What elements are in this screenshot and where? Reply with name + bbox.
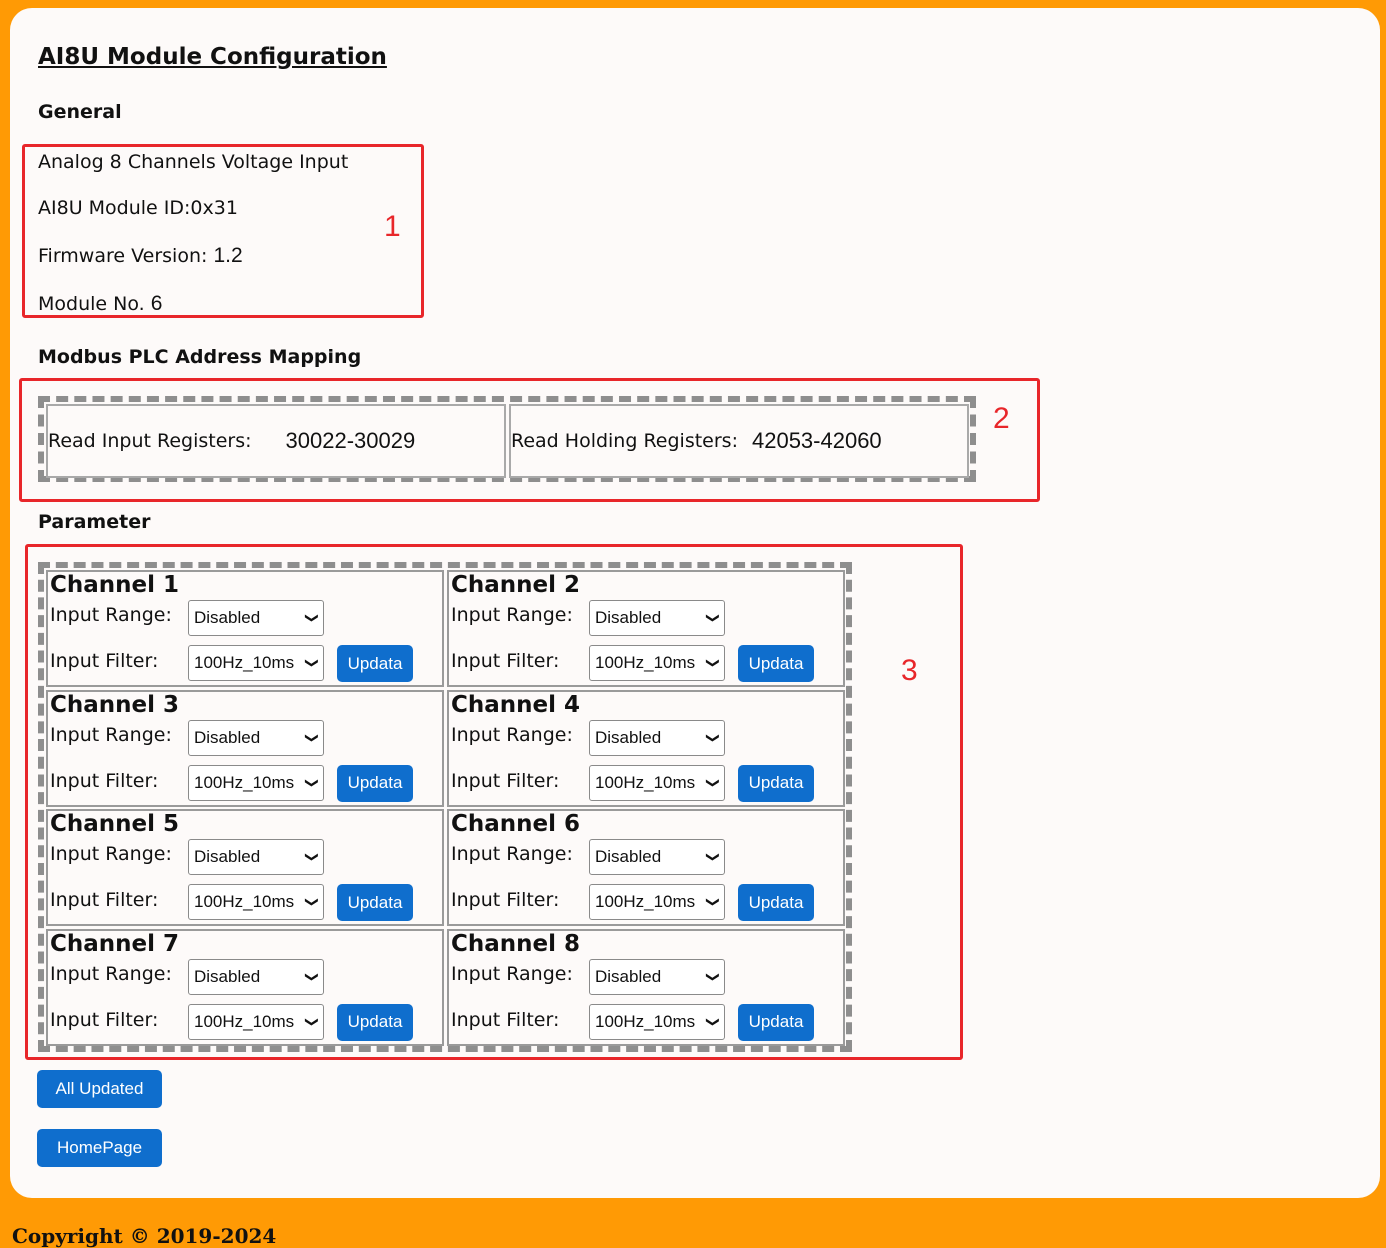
homepage-button[interactable]: HomePage bbox=[37, 1129, 162, 1167]
copyright-footer: Copyright © 2019-2024 bbox=[12, 1224, 277, 1248]
annotation-box-1 bbox=[22, 144, 424, 318]
annotation-label-1: 1 bbox=[384, 210, 401, 243]
general-heading: General bbox=[38, 101, 122, 123]
modbus-heading: Modbus PLC Address Mapping bbox=[38, 346, 362, 368]
annotation-box-3 bbox=[25, 544, 963, 1060]
page-title: AI8U Module Configuration bbox=[38, 44, 387, 70]
annotation-label-2: 2 bbox=[993, 402, 1010, 435]
all-updated-button[interactable]: All Updated bbox=[37, 1070, 162, 1108]
annotation-box-2 bbox=[19, 378, 1040, 502]
annotation-label-3: 3 bbox=[901, 654, 918, 687]
parameter-heading: Parameter bbox=[38, 511, 151, 533]
